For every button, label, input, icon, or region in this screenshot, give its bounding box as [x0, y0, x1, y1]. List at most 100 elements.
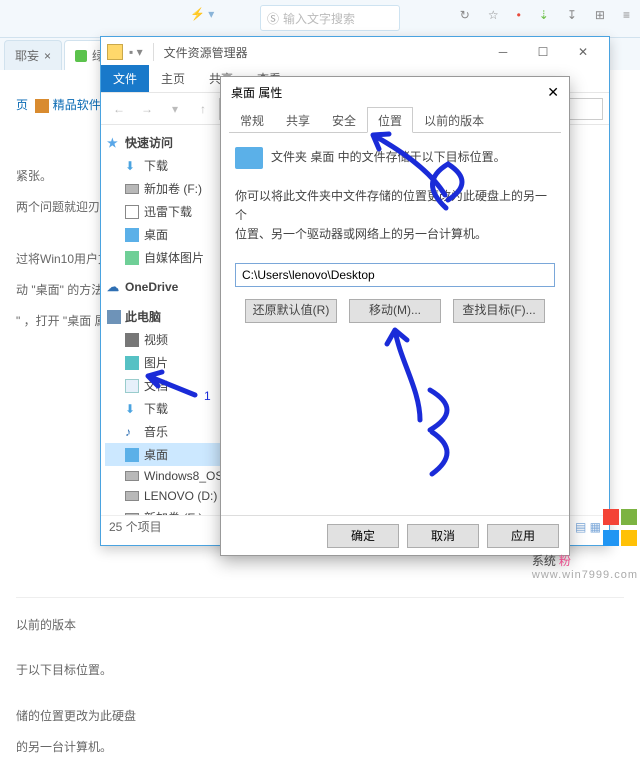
- snippet-title: 以前的版本: [16, 610, 624, 641]
- browser-right-icons: ↻ ☆ • ⇣ ↧ ⊞ ≡: [460, 8, 630, 22]
- sidebar-item-downloads2[interactable]: ⬇ 下载: [105, 397, 226, 420]
- sidebar-item-video[interactable]: 视频: [105, 328, 226, 351]
- watermark-text: 系统: [532, 552, 556, 569]
- minimize-button[interactable]: ─: [483, 39, 523, 65]
- grid-icon[interactable]: ⊞: [595, 8, 605, 22]
- desktop-properties-dialog: 桌面 属性 ✕ 常规 共享 安全 位置 以前的版本 文件夹 桌面 中的文件存储于…: [220, 76, 570, 556]
- ribbon-file[interactable]: 文件: [101, 65, 149, 92]
- sidebar-this-pc[interactable]: 此电脑: [105, 305, 226, 328]
- sidebar-item-label: 桌面: [144, 446, 168, 463]
- snippet-box: 以前的版本 于以下目标位置。 储的位置更改为此硬盘 的另一台计算机。: [16, 597, 624, 763]
- sidebar-item-downloads[interactable]: ⬇ 下载: [105, 154, 226, 177]
- ms-yellow-icon: [621, 530, 637, 546]
- ms-green-icon: [621, 509, 637, 525]
- window-controls: ─ ☐ ✕: [483, 39, 603, 65]
- sidebar-item-music[interactable]: ♪音乐: [105, 420, 226, 443]
- folder-icon: [235, 147, 263, 169]
- sidebar-quick-access[interactable]: ★ 快速访问: [105, 131, 226, 154]
- sidebar-item-thunder[interactable]: 迅雷下载: [105, 200, 226, 223]
- desktop-icon: [125, 228, 139, 242]
- watermark-accent: 粉: [559, 552, 571, 569]
- sidebar-item-lenovo[interactable]: LENOVO (D:): [105, 486, 226, 506]
- close-button[interactable]: ✕: [547, 84, 559, 101]
- tab-security[interactable]: 安全: [321, 107, 367, 133]
- down-icon[interactable]: ↧: [567, 8, 577, 22]
- find-target-button[interactable]: 查找目标(F)...: [453, 299, 545, 323]
- up-button[interactable]: ↑: [191, 97, 215, 121]
- sidebar-item-label: 文档: [144, 377, 168, 394]
- sidebar-onedrive[interactable]: ☁OneDrive: [105, 277, 226, 297]
- close-button[interactable]: ✕: [563, 39, 603, 65]
- download-icon: ⬇: [125, 159, 139, 173]
- props-line2b: 位置、另一个驱动器或网络上的另一台计算机。: [235, 225, 555, 244]
- restore-default-button[interactable]: 还原默认值(R): [245, 299, 337, 323]
- sidebar-item-label: OneDrive: [125, 280, 178, 294]
- drive-icon: [125, 471, 139, 481]
- sidebar-item-media[interactable]: 自媒体图片: [105, 246, 226, 269]
- sidebar-item-newvol2[interactable]: 新加卷 (E:): [105, 506, 226, 515]
- chevron-down-icon[interactable]: ▪ ▾: [129, 45, 143, 59]
- close-icon[interactable]: ×: [44, 49, 51, 63]
- drive-icon: [125, 184, 139, 194]
- back-button[interactable]: ←: [107, 97, 131, 121]
- refresh-icon[interactable]: ↻: [460, 8, 470, 22]
- window-title: 文件资源管理器: [164, 44, 248, 61]
- sidebar-item-label: 此电脑: [125, 308, 161, 325]
- browser-toolbar: ⚡ ▾ Ⓢ 输入文字搜索 ↻ ☆ • ⇣ ↧ ⊞ ≡: [0, 0, 640, 38]
- watermark-url: www.win7999.com: [532, 569, 638, 581]
- explorer-sidebar: ★ 快速访问 ⬇ 下载 新加卷 (F:) 迅雷下载 桌面 自媒体图片 ☁OneDri…: [101, 125, 231, 515]
- props-title-text: 桌面 属性: [231, 84, 282, 101]
- ms-blue-icon: [603, 530, 619, 546]
- move-button[interactable]: 移动(M)...: [349, 299, 441, 323]
- status-text: 25 个项目: [109, 518, 162, 535]
- sidebar-item-label: Windows8_OS (C: [144, 469, 231, 483]
- sidebar-item-pictures[interactable]: 图片: [105, 351, 226, 374]
- tab-share[interactable]: 共享: [275, 107, 321, 133]
- star-icon[interactable]: ☆: [488, 8, 499, 22]
- props-tabs: 常规 共享 安全 位置 以前的版本: [229, 107, 561, 133]
- tab-general[interactable]: 常规: [229, 107, 275, 133]
- search-brand-icon: Ⓢ: [267, 10, 279, 27]
- download-icon[interactable]: ⇣: [539, 8, 549, 22]
- sidebar-item-label: 视频: [144, 331, 168, 348]
- red-dot-icon[interactable]: •: [517, 8, 521, 22]
- download-icon: ⬇: [125, 402, 139, 416]
- menu-icon[interactable]: ≡: [623, 8, 630, 22]
- sidebar-item-desktop2[interactable]: 桌面: [105, 443, 226, 466]
- path-input[interactable]: [235, 263, 555, 287]
- sidebar-item-win8[interactable]: Windows8_OS (C: [105, 466, 226, 486]
- props-line2a: 你可以将此文件夹中文件存储的位置更改为此硬盘上的另一个: [235, 187, 555, 225]
- page-title-frag: 页: [16, 98, 28, 112]
- sidebar-item-label: 桌面: [144, 226, 168, 243]
- ms-red-icon: [603, 509, 619, 525]
- music-icon: ♪: [125, 425, 139, 439]
- explorer-titlebar[interactable]: ▪ ▾ 文件资源管理器 ─ ☐ ✕: [101, 37, 609, 67]
- drive-icon: [125, 491, 139, 501]
- sidebar-item-label: 下载: [144, 400, 168, 417]
- sidebar-item-label: 快速访问: [125, 134, 173, 151]
- sidebar-item-documents[interactable]: 文档: [105, 374, 226, 397]
- ok-button[interactable]: 确定: [327, 524, 399, 548]
- props-footer: 确定 取消 应用: [221, 515, 569, 555]
- forward-button[interactable]: →: [135, 97, 159, 121]
- ribbon-home[interactable]: 主页: [149, 65, 197, 92]
- pictures-icon: [125, 251, 139, 265]
- cancel-button[interactable]: 取消: [407, 524, 479, 548]
- star-icon: ★: [107, 136, 121, 150]
- sidebar-item-label: 下载: [144, 157, 168, 174]
- tab-location[interactable]: 位置: [367, 107, 413, 133]
- search-input[interactable]: Ⓢ 输入文字搜索: [260, 5, 400, 31]
- crumb-label: 精品软件: [53, 98, 101, 112]
- tab-0[interactable]: 耶妄×: [4, 40, 62, 70]
- favicon-icon: [75, 50, 87, 62]
- sidebar-item-newvol[interactable]: 新加卷 (F:): [105, 177, 226, 200]
- news-icon: [35, 99, 49, 113]
- maximize-button[interactable]: ☐: [523, 39, 563, 65]
- search-placeholder: 输入文字搜索: [283, 10, 355, 27]
- snippet-line: 储的位置更改为此硬盘: [16, 701, 624, 732]
- sidebar-item-desktop[interactable]: 桌面: [105, 223, 226, 246]
- props-titlebar[interactable]: 桌面 属性 ✕: [221, 77, 569, 107]
- snippet-line: 的另一台计算机。: [16, 732, 624, 763]
- tab-prev[interactable]: 以前的版本: [413, 107, 495, 133]
- recent-button[interactable]: ▾: [163, 97, 187, 121]
